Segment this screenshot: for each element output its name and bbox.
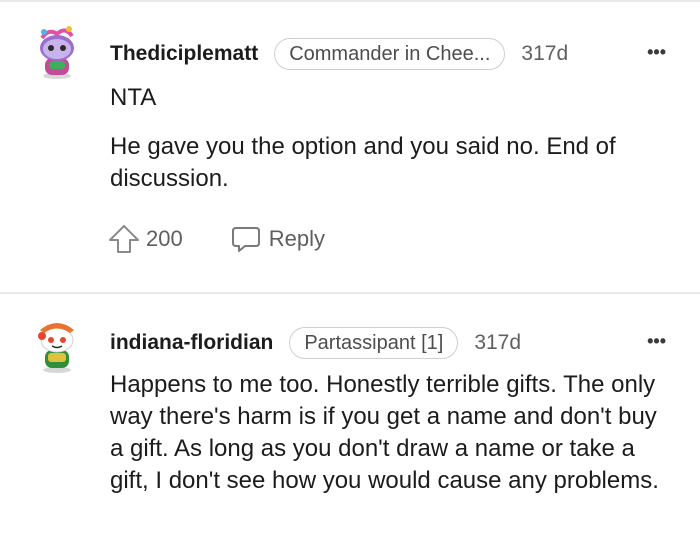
comment-age: 317d bbox=[521, 42, 569, 65]
comment-2: indiana-floridian Partassipant [1] 317d … bbox=[0, 294, 700, 552]
upvote-button[interactable]: 200 bbox=[108, 224, 183, 254]
reply-button[interactable]: Reply bbox=[231, 225, 325, 253]
user-avatar[interactable] bbox=[34, 24, 80, 80]
user-flair: Commander in Chee... bbox=[274, 38, 506, 70]
username[interactable]: indiana-floridian bbox=[110, 331, 273, 355]
comment-actions: 200 Reply bbox=[108, 222, 325, 256]
comment-1: Thediciplematt Commander in Chee... 317d… bbox=[0, 0, 700, 292]
more-options-button[interactable]: ••• bbox=[647, 331, 666, 352]
username[interactable]: Thediciplematt bbox=[110, 42, 258, 66]
comment-age: 317d bbox=[474, 331, 522, 354]
snoo-avatar-purple-icon bbox=[40, 26, 74, 79]
comment-header: indiana-floridian Partassipant [1] 317d bbox=[110, 326, 521, 360]
snoo-avatar-orange-icon bbox=[38, 323, 74, 373]
user-avatar[interactable] bbox=[34, 314, 80, 373]
comment-body-line-1: NTA bbox=[110, 84, 157, 111]
upvote-count: 200 bbox=[146, 226, 183, 251]
speech-bubble-icon bbox=[231, 227, 260, 252]
user-flair: Partassipant [1] bbox=[289, 327, 459, 359]
reply-label: Reply bbox=[268, 226, 325, 251]
comment-body-paragraph: He gave you the option and you said no. … bbox=[110, 133, 616, 192]
more-options-button[interactable]: ••• bbox=[647, 42, 666, 63]
upvote-arrow-icon bbox=[109, 225, 139, 253]
comment-header: Thediciplematt Commander in Chee... 317d bbox=[110, 37, 568, 71]
comment-body-paragraph: Happens to me too. Honestly terrible gif… bbox=[110, 371, 659, 494]
